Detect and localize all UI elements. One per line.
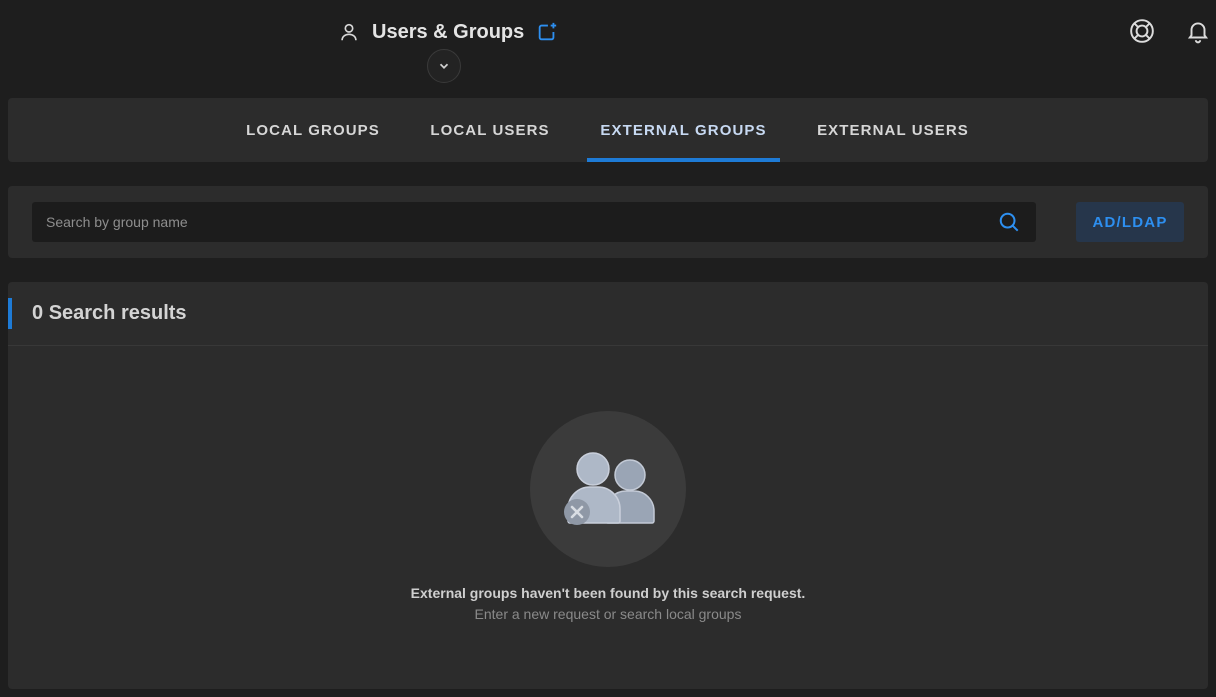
chevron-down-icon (439, 63, 449, 69)
results-count-label: 0 Search results (32, 302, 187, 325)
results-count: 0 (32, 302, 44, 324)
top-bar: Users & Groups (0, 0, 1216, 98)
bell-icon[interactable] (1185, 18, 1211, 44)
results-accent-bar (8, 298, 12, 329)
group-not-found-icon (564, 452, 655, 525)
search-box (32, 202, 1036, 242)
results-label: Search results (48, 302, 187, 324)
empty-state-subtitle: Enter a new request or search local grou… (474, 606, 742, 622)
page-title: Users & Groups (372, 20, 525, 43)
empty-state-title: External groups haven't been found by th… (410, 585, 806, 601)
tab-external-groups[interactable]: EXTERNAL GROUPS (587, 98, 780, 162)
ad-ldap-button[interactable]: AD/LDAP (1076, 202, 1184, 242)
tab-external-users[interactable]: EXTERNAL USERS (803, 98, 983, 162)
tab-local-users[interactable]: LOCAL USERS (417, 98, 563, 162)
empty-state-illustration (530, 411, 686, 567)
add-window-icon[interactable] (536, 21, 558, 43)
user-icon (341, 23, 357, 41)
page-title-group: Users & Groups (338, 18, 558, 46)
tabs-bar: LOCAL GROUPS LOCAL USERS EXTERNAL GROUPS… (8, 98, 1208, 162)
search-panel: AD/LDAP (8, 186, 1208, 258)
tab-local-groups[interactable]: LOCAL GROUPS (232, 98, 394, 162)
help-lifebuoy-icon[interactable] (1129, 18, 1155, 44)
search-icon[interactable] (998, 211, 1020, 233)
expand-button[interactable] (427, 49, 461, 83)
results-panel: 0 Search results External groups haven't… (8, 282, 1208, 689)
search-input[interactable] (32, 202, 982, 242)
results-header: 0 Search results (8, 282, 1208, 346)
